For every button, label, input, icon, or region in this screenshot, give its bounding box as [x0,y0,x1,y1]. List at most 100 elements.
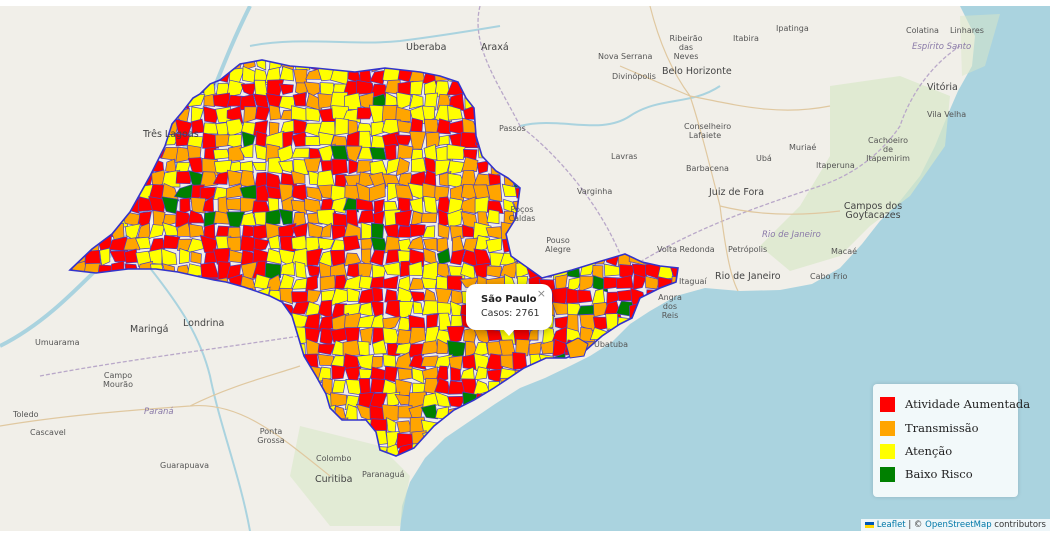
municipality[interactable] [628,445,646,458]
municipality[interactable] [671,394,683,408]
municipality[interactable] [643,343,661,356]
municipality[interactable] [527,459,540,475]
leaflet-link[interactable]: Leaflet [877,520,906,530]
municipality[interactable] [477,444,492,462]
municipality[interactable] [330,392,348,408]
municipality[interactable] [656,429,674,447]
municipality[interactable] [526,431,542,449]
municipality[interactable] [681,365,699,381]
municipality[interactable] [438,134,450,146]
municipality[interactable] [485,447,505,460]
municipality[interactable] [681,355,699,366]
municipality[interactable] [331,158,349,176]
municipality[interactable] [511,429,532,445]
municipality[interactable] [462,432,479,450]
municipality[interactable] [589,406,609,421]
municipality[interactable] [473,455,492,473]
municipality[interactable] [669,457,686,472]
municipality[interactable] [268,104,282,121]
municipality[interactable] [461,444,478,458]
municipality[interactable] [591,445,608,461]
municipality[interactable] [591,379,607,398]
municipality[interactable] [683,445,697,461]
municipality[interactable] [685,328,698,344]
municipality[interactable] [579,445,594,459]
municipality[interactable] [643,445,660,462]
municipality[interactable] [579,393,597,409]
municipality[interactable] [485,237,503,254]
municipality[interactable] [629,392,647,406]
municipality[interactable] [565,444,580,459]
municipality[interactable] [538,390,557,406]
municipality[interactable] [641,355,662,371]
municipality[interactable] [487,432,503,448]
municipality[interactable] [592,393,607,408]
municipality[interactable] [603,443,621,458]
municipality[interactable] [319,275,336,291]
municipality[interactable] [550,378,568,396]
municipality[interactable] [369,147,387,161]
municipality[interactable] [486,405,503,421]
municipality[interactable] [461,459,476,474]
municipality[interactable] [501,403,518,419]
municipality[interactable] [667,432,685,448]
municipality[interactable] [686,405,696,423]
municipality[interactable] [564,377,580,397]
municipality[interactable] [499,442,518,461]
municipality[interactable] [686,314,697,331]
municipality[interactable] [683,379,699,395]
municipality[interactable] [409,223,426,238]
municipality[interactable] [670,353,683,366]
municipality[interactable] [607,458,620,475]
municipality[interactable] [643,365,660,381]
osm-link[interactable]: OpenStreetMap [925,520,991,530]
municipality[interactable] [657,341,673,354]
municipality[interactable] [684,432,698,446]
municipality[interactable] [580,421,593,435]
municipality[interactable] [476,160,489,175]
municipality[interactable] [631,408,644,423]
municipality[interactable] [331,364,346,380]
municipality[interactable] [397,197,411,212]
municipality[interactable] [685,419,697,432]
municipality[interactable] [633,457,646,470]
municipality[interactable] [331,379,346,394]
municipality[interactable] [477,420,490,436]
municipality[interactable] [591,355,609,369]
municipality[interactable] [616,378,633,394]
municipality[interactable] [396,420,413,434]
municipality[interactable] [682,341,698,354]
municipality[interactable] [397,367,413,381]
municipality[interactable] [486,209,500,225]
municipality[interactable] [631,339,648,354]
municipality[interactable] [450,366,462,382]
municipality[interactable] [616,404,634,419]
municipality[interactable] [537,404,555,421]
municipality[interactable] [644,461,659,475]
municipality[interactable] [580,431,593,446]
municipality[interactable] [513,404,529,422]
municipality[interactable] [619,446,634,461]
municipality[interactable] [190,251,202,265]
municipality[interactable] [541,378,555,394]
municipality[interactable] [617,457,634,474]
municipality[interactable] [656,459,673,474]
municipality[interactable] [539,420,554,435]
municipality[interactable] [371,286,384,304]
map-container[interactable]: Uberaba Araxá Nova Serrana Ribeirão das … [0,6,1050,531]
municipality[interactable] [485,416,502,432]
municipality[interactable] [631,367,644,385]
municipality[interactable] [524,445,544,460]
municipality[interactable] [576,367,592,383]
municipality[interactable] [423,457,437,472]
municipality[interactable] [551,408,569,423]
municipality[interactable] [656,368,672,383]
municipality[interactable] [576,404,595,423]
municipality[interactable] [576,304,597,316]
municipality[interactable] [501,459,515,470]
municipality[interactable] [554,394,566,407]
municipality[interactable] [384,288,398,303]
municipality[interactable] [655,404,675,422]
municipality[interactable] [641,391,661,410]
municipality[interactable] [644,433,661,449]
